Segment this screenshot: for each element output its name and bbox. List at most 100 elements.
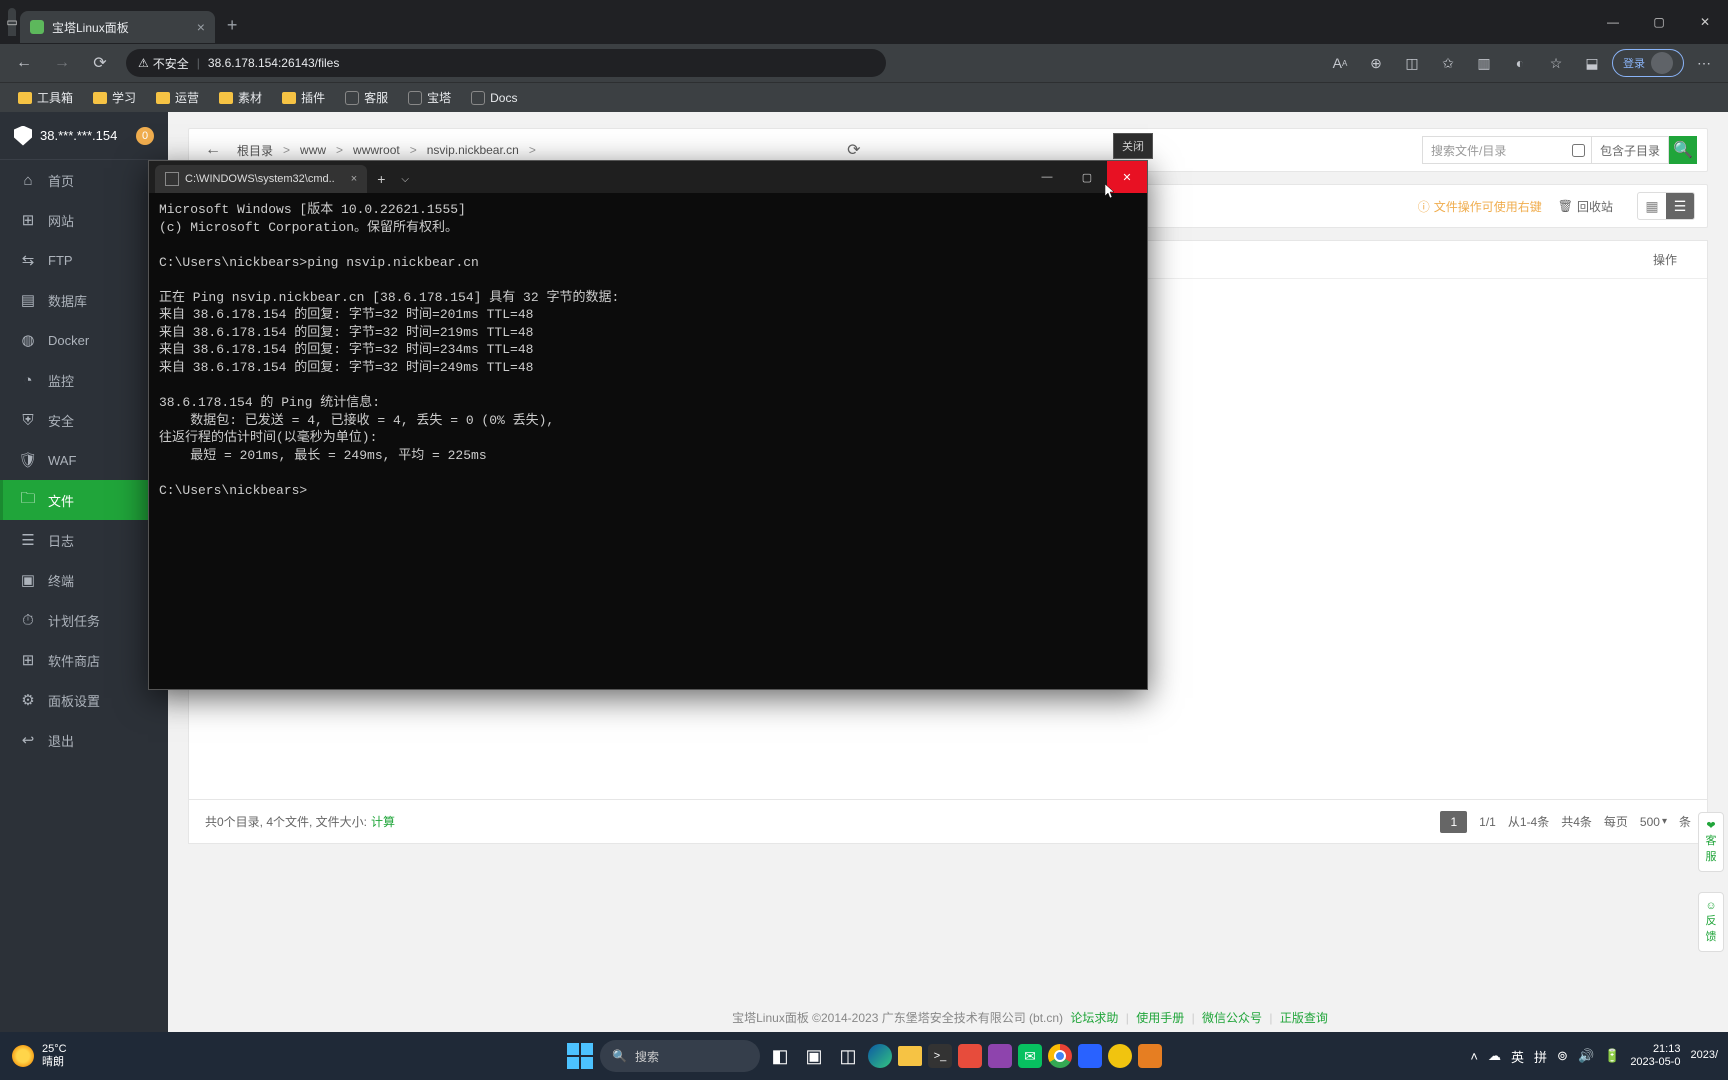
cmd-titlebar[interactable]: C:\WINDOWS\system32\cmd.. × + ⌵ — ▢ ✕ 关闭 (149, 161, 1147, 193)
bookmark-item[interactable]: 客服 (337, 85, 396, 110)
sidebar-item[interactable]: ⊞网站 (0, 200, 168, 240)
per-page-select[interactable]: 500 ▾ (1640, 815, 1667, 829)
taskbar-search[interactable]: 🔍 搜索 (600, 1040, 760, 1072)
menu-icon[interactable]: ⋯ (1688, 48, 1720, 78)
footer-link[interactable]: 论坛求助 (1070, 1011, 1118, 1025)
sidebar-item[interactable]: ☰日志 (0, 520, 168, 560)
cmd-dropdown-icon[interactable]: ⌵ (395, 174, 415, 185)
wechat-icon[interactable]: ✉ (1018, 1044, 1042, 1068)
bookmark-item[interactable]: 素材 (211, 85, 270, 110)
search-button[interactable]: 🔍 (1669, 136, 1697, 164)
back-button[interactable]: ← (8, 47, 40, 79)
search-input[interactable]: 搜索文件/目录 (1422, 136, 1592, 164)
cmd-close-button[interactable]: ✕ 关闭 (1107, 161, 1147, 193)
app-icon[interactable] (958, 1044, 982, 1068)
address-field[interactable]: ⚠ 不安全 | 38.6.178.154:26143/files (126, 49, 886, 77)
footer-link[interactable]: 正版查询 (1280, 1011, 1328, 1025)
browser-tab[interactable]: 宝塔Linux面板 × (20, 11, 215, 43)
task-view-button[interactable]: ◧ (766, 1042, 794, 1070)
tab-close-icon[interactable]: × (197, 19, 205, 35)
sidebar-item[interactable]: ⚙面板设置 (0, 680, 168, 720)
list-view-button[interactable]: ☰ (1666, 193, 1694, 219)
edge-icon[interactable] (868, 1044, 892, 1068)
sidebar-item[interactable]: ▣终端 (0, 560, 168, 600)
grid-view-button[interactable]: ▦ (1638, 193, 1666, 219)
zoom-icon[interactable]: ⊕ (1360, 48, 1392, 78)
server-ip-header[interactable]: 38.***.***.154 0 (0, 112, 168, 160)
include-subdir-label[interactable]: 包含子目录 (1592, 136, 1669, 164)
app-icon[interactable]: ▣ (800, 1042, 828, 1070)
onedrive-icon[interactable]: ☁ (1488, 1048, 1501, 1064)
extensions-icon[interactable]: ⬓ (1576, 48, 1608, 78)
panel-sidebar: 38.***.***.154 0 ⌂首页⊞网站⇆FTP▤数据库◍Docker◔监… (0, 112, 168, 1032)
bookmark-item[interactable]: 插件 (274, 85, 333, 110)
app-icon[interactable]: ◫ (834, 1042, 862, 1070)
sidebar-item[interactable]: ⊞软件商店 (0, 640, 168, 680)
trash-button[interactable]: 🗑 回收站 (1558, 198, 1613, 215)
bookmark-item[interactable]: 工具箱 (10, 85, 81, 110)
sidebar-item[interactable]: ⏱计划任务 (0, 600, 168, 640)
battery-icon[interactable]: 🔋 (1604, 1048, 1620, 1064)
sidebar-item[interactable]: ⇆FTP (0, 240, 168, 280)
chrome-icon[interactable] (1048, 1044, 1072, 1068)
cmd-new-tab-button[interactable]: + (367, 171, 395, 187)
menu-label: 网站 (48, 211, 74, 230)
bookmark-item[interactable]: 学习 (85, 85, 144, 110)
bookmark-item[interactable]: Docs (463, 87, 525, 109)
bookmark-item[interactable]: 宝塔 (400, 85, 459, 110)
breadcrumb-item[interactable]: 根目录 (233, 140, 277, 161)
app-icon[interactable] (1108, 1044, 1132, 1068)
breadcrumb-item[interactable]: www (296, 141, 330, 159)
search-placeholder: 搜索 (635, 1048, 659, 1065)
refresh-button[interactable]: ⟳ (84, 47, 116, 79)
sidebar-item[interactable]: ▤数据库 (0, 280, 168, 320)
favorites-icon[interactable]: ✩ (1432, 48, 1464, 78)
notification-badge[interactable]: 0 (136, 127, 154, 145)
cmd-output[interactable]: Microsoft Windows [版本 10.0.22621.1555] (… (149, 193, 1147, 507)
sidebar-item[interactable]: ◍Docker (0, 320, 168, 360)
wifi-icon[interactable]: ⊚ (1557, 1048, 1568, 1064)
subdir-checkbox[interactable] (1572, 144, 1585, 157)
weather-widget[interactable]: 25°C 晴朗 (0, 1043, 79, 1069)
tab-actions-icon[interactable]: ▭ (8, 8, 16, 36)
breadcrumb-item[interactable]: nsvip.nickbear.cn (423, 141, 523, 159)
ime-lang[interactable]: 英 (1511, 1047, 1524, 1066)
app-icon[interactable] (1138, 1044, 1162, 1068)
breadcrumb-item[interactable]: wwwroot (349, 141, 404, 159)
split-icon[interactable]: ◫ (1396, 48, 1428, 78)
cmd-tab-close-icon[interactable]: × (351, 173, 357, 185)
maximize-button[interactable]: ▢ (1636, 7, 1682, 37)
footer-link[interactable]: 微信公众号 (1202, 1011, 1262, 1025)
sidebar-item[interactable]: ◔监控 (0, 360, 168, 400)
calculate-link[interactable]: 计算 (371, 813, 395, 830)
cmd-window[interactable]: C:\WINDOWS\system32\cmd.. × + ⌵ — ▢ ✕ 关闭… (148, 160, 1148, 690)
cmd-tab[interactable]: C:\WINDOWS\system32\cmd.. × (155, 165, 367, 193)
minimize-button[interactable]: — (1590, 7, 1636, 37)
collections-icon[interactable]: ▥ (1468, 48, 1500, 78)
ime-mode[interactable]: 拼 (1534, 1047, 1547, 1066)
app-icon[interactable] (988, 1044, 1012, 1068)
volume-icon[interactable]: 🔊 (1578, 1048, 1594, 1064)
star-icon[interactable]: ☆ (1540, 48, 1572, 78)
bookmark-item[interactable]: 运营 (148, 85, 207, 110)
new-tab-button[interactable]: + (215, 15, 250, 36)
start-button[interactable] (566, 1042, 594, 1070)
footer-link[interactable]: 使用手册 (1136, 1011, 1184, 1025)
sidebar-item[interactable]: ↩退出 (0, 720, 168, 760)
performance-icon[interactable]: ◐ (1504, 48, 1536, 78)
tray-chevron-icon[interactable]: ˄ (1470, 1049, 1478, 1064)
sidebar-item[interactable]: ⛨安全 (0, 400, 168, 440)
feedback-float[interactable]: ☺ 反 馈 (1698, 892, 1724, 952)
support-float[interactable]: ❤ 客 服 (1698, 812, 1724, 872)
sidebar-item[interactable]: 🛡WAF (0, 440, 168, 480)
text-size-icon[interactable]: AA (1324, 48, 1356, 78)
cmd-minimize-button[interactable]: — (1027, 161, 1067, 193)
terminal-icon[interactable]: >_ (928, 1044, 952, 1068)
sidebar-item[interactable]: ⌂首页 (0, 160, 168, 200)
sidebar-item[interactable]: 🗀文件 (0, 480, 168, 520)
explorer-icon[interactable] (898, 1046, 922, 1066)
app-icon[interactable] (1078, 1044, 1102, 1068)
close-button[interactable]: ✕ (1682, 7, 1728, 37)
login-button[interactable]: 登录 (1612, 49, 1684, 77)
clock[interactable]: 21:13 2023-05-0 (1630, 1043, 1680, 1069)
